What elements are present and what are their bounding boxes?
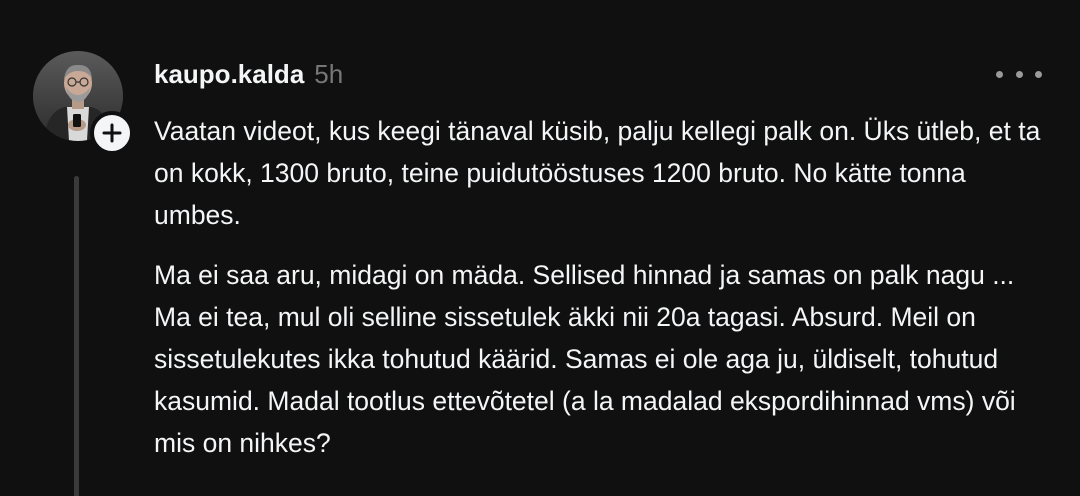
plus-icon xyxy=(102,123,122,143)
post-paragraph: Vaatan videot, kus keegi tänaval küsib, … xyxy=(154,116,1041,230)
post-header: kaupo.kalda 5h xyxy=(154,56,343,92)
username[interactable]: kaupo.kalda xyxy=(154,56,304,92)
timestamp: 5h xyxy=(314,59,344,89)
follow-button[interactable] xyxy=(90,111,134,155)
more-options-button[interactable] xyxy=(996,62,1042,86)
more-horizontal-icon xyxy=(1035,70,1042,78)
post-paragraph: Ma ei saa aru, midagi on mäda. Sellised … xyxy=(154,260,1016,458)
more-horizontal-icon xyxy=(996,70,1003,78)
thread-post: kaupo.kalda 5h Vaatan videot, kus keegi … xyxy=(0,0,1080,496)
more-horizontal-icon xyxy=(1015,70,1023,78)
thread-line xyxy=(74,176,79,496)
post-body: Vaatan videot, kus keegi tänaval küsib, … xyxy=(154,110,1054,464)
